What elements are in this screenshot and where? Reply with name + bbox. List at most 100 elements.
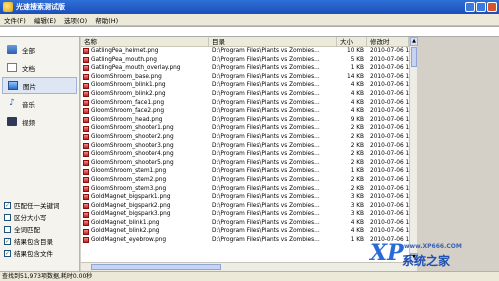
cell-modified: 2010-07-06 13: (370, 90, 409, 97)
minimize-button[interactable] (465, 2, 475, 12)
scroll-up-icon[interactable]: ▲ (410, 37, 418, 46)
table-row[interactable]: GloomShroom_blink1.png D:\Program Files\P… (81, 81, 409, 90)
menu-file[interactable]: 文件(F) (0, 15, 30, 25)
table-row[interactable]: GloomShroom_shooter1.png D:\Program Files… (81, 124, 409, 133)
cell-size: 2 KB (350, 142, 364, 149)
cell-modified: 2010-07-06 13: (370, 133, 409, 140)
table-row[interactable]: GoldMagnet_eyebrow.png D:\Program Files\P… (81, 236, 409, 245)
column-header-directory[interactable]: 目录 (209, 37, 337, 46)
option-checkbox-row[interactable]: ✓ 匹配任一关键词 (2, 199, 78, 211)
table-row[interactable]: GloomShroom_stem1.png D:\Program Files\Pl… (81, 167, 409, 176)
search-input[interactable] (0, 26, 499, 37)
png-file-icon (83, 48, 89, 55)
png-file-icon (83, 160, 89, 167)
cell-name: GloomShroom_shooter3.png (81, 142, 209, 151)
document-icon (7, 63, 17, 72)
checkbox-unchecked-icon[interactable] (4, 213, 11, 221)
table-row[interactable]: GoldMagnet_bigspark3.png D:\Program Files… (81, 210, 409, 219)
table-row[interactable]: GloomShroom_base.png D:\Program Files\Pla… (81, 73, 409, 82)
cell-directory: D:\Program Files\Plants vs Zombies... (212, 48, 320, 54)
cell-directory: D:\Program Files\Plants vs Zombies... (212, 176, 320, 183)
sidebar-item-all[interactable]: 全部 (2, 41, 77, 58)
table-row[interactable]: GloomShroom_face1.png D:\Program Files\Pl… (81, 99, 409, 108)
cell-modified: 2010-07-06 13: (370, 185, 409, 192)
checkbox-checked-icon[interactable]: ✓ (4, 249, 11, 257)
cell-modified: 2010-07-06 13: (370, 176, 409, 183)
cell-name: GloomShroom_stem2.png (81, 176, 209, 185)
table-row[interactable]: GloomShroom_shooter2.png D:\Program Files… (81, 133, 409, 142)
menu-edit[interactable]: 编辑(E) (30, 15, 60, 25)
table-row[interactable]: GoldMagnet_blink1.png D:\Program Files\Pl… (81, 219, 409, 228)
menu-bar: 文件(F) 编辑(E) 选项(O) 帮助(H) (0, 14, 499, 26)
watermark: XP www.XP666.COM 系统之家 (362, 240, 499, 281)
menu-options[interactable]: 选项(O) (60, 15, 91, 25)
cell-modified: 2010-07-06 13: (370, 116, 409, 123)
png-file-icon (83, 142, 89, 149)
table-row[interactable]: GloomShroom_head.png D:\Program Files\Pla… (81, 116, 409, 125)
maximize-button[interactable] (476, 2, 486, 12)
table-row[interactable]: GoldMagnet_blink2.png D:\Program Files\Pl… (81, 227, 409, 236)
file-name: GloomShroom_shooter5.png (91, 159, 174, 166)
column-header-modified[interactable]: 修改时 (367, 37, 409, 46)
file-list: 名称 目录 大小 修改时 GatlingPea_helmet.png D:\Pro… (81, 37, 409, 262)
cell-size: 4 KB (350, 82, 364, 89)
cell-directory: D:\Program Files\Plants vs Zombies... (212, 108, 320, 115)
option-checkbox-row[interactable]: 区分大小写 (2, 211, 78, 223)
scroll-thumb[interactable] (411, 47, 417, 67)
cell-directory: D:\Program Files\Plants vs Zombies... (212, 185, 320, 192)
cell-size: 1 KB (350, 168, 364, 175)
cell-modified: 2010-07-06 13: (370, 159, 409, 166)
file-name: GoldMagnet_eyebrow.png (91, 237, 167, 244)
sidebar-item-video[interactable]: 视频 (2, 113, 77, 130)
cell-modified: 2010-07-06 13: (370, 82, 409, 89)
table-row[interactable]: GloomShroom_shooter5.png D:\Program Files… (81, 159, 409, 168)
sidebar-item-label: 视频 (22, 118, 35, 127)
file-name: GloomShroom_stem2.png (91, 176, 167, 183)
table-row[interactable]: GloomShroom_shooter3.png D:\Program Files… (81, 142, 409, 151)
option-checkbox-row[interactable]: ✓ 结果包含目录 (2, 235, 78, 247)
table-row[interactable]: GloomShroom_shooter4.png D:\Program Files… (81, 150, 409, 159)
checkbox-unchecked-icon[interactable] (4, 225, 11, 233)
cell-directory: D:\Program Files\Plants vs Zombies... (212, 168, 320, 175)
sidebar-item-music[interactable]: ♪ 音乐 (2, 95, 77, 112)
checkbox-checked-icon[interactable]: ✓ (4, 237, 11, 245)
table-row[interactable]: GloomShroom_face2.png D:\Program Files\Pl… (81, 107, 409, 116)
option-checkbox-row[interactable]: ✓ 结果包含文件 (2, 247, 78, 259)
column-header-size[interactable]: 大小 (337, 37, 367, 46)
table-row[interactable]: GloomShroom_stem2.png D:\Program Files\Pl… (81, 176, 409, 185)
option-checkbox-row[interactable]: 全词匹配 (2, 223, 78, 235)
table-row[interactable]: GatlingPea_mouth_overlay.png D:\Program F… (81, 64, 409, 73)
png-file-icon (83, 117, 89, 124)
hscroll-thumb[interactable] (91, 264, 221, 270)
option-label: 全词匹配 (14, 226, 40, 234)
file-name: GloomShroom_shooter2.png (91, 133, 174, 140)
list-header: 名称 目录 大小 修改时 (81, 37, 409, 47)
cell-modified: 2010-07-06 13: (370, 125, 409, 132)
close-button[interactable] (487, 2, 497, 12)
table-row[interactable]: GatlingPea_mouth.png D:\Program Files\Pla… (81, 56, 409, 65)
sidebar-item-label: 音乐 (22, 100, 35, 109)
menu-help[interactable]: 帮助(H) (91, 15, 122, 25)
table-row[interactable]: GloomShroom_blink2.png D:\Program Files\P… (81, 90, 409, 99)
sidebar-item-label: 图片 (23, 82, 36, 91)
sidebar-item-documents[interactable]: 文档 (2, 59, 77, 76)
option-label: 区分大小写 (14, 214, 47, 222)
cell-name: GloomShroom_shooter1.png (81, 124, 209, 133)
cell-name: GloomShroom_stem3.png (81, 185, 209, 194)
png-file-icon (83, 202, 89, 209)
file-name: GloomShroom_face2.png (91, 108, 165, 115)
table-row[interactable]: GoldMagnet_bigspark2.png D:\Program Files… (81, 202, 409, 211)
sidebar-item-pictures[interactable]: 图片 (2, 77, 77, 94)
vertical-scrollbar[interactable]: ▲ ▼ (409, 37, 418, 262)
png-file-icon (83, 151, 89, 158)
cell-modified: 2010-07-06 13: (370, 108, 409, 115)
cell-directory: D:\Program Files\Plants vs Zombies... (212, 151, 320, 158)
table-row[interactable]: GatlingPea_helmet.png D:\Program Files\Pl… (81, 47, 409, 56)
table-row[interactable]: GoldMagnet_bigspark1.png D:\Program Files… (81, 193, 409, 202)
column-header-name[interactable]: 名称 (81, 37, 209, 46)
file-name: GloomShroom_head.png (91, 116, 163, 123)
checkbox-checked-icon[interactable]: ✓ (4, 201, 11, 209)
table-row[interactable]: GloomShroom_stem3.png D:\Program Files\Pl… (81, 185, 409, 194)
png-file-icon (83, 134, 89, 141)
cell-directory: D:\Program Files\Plants vs Zombies... (212, 228, 320, 235)
